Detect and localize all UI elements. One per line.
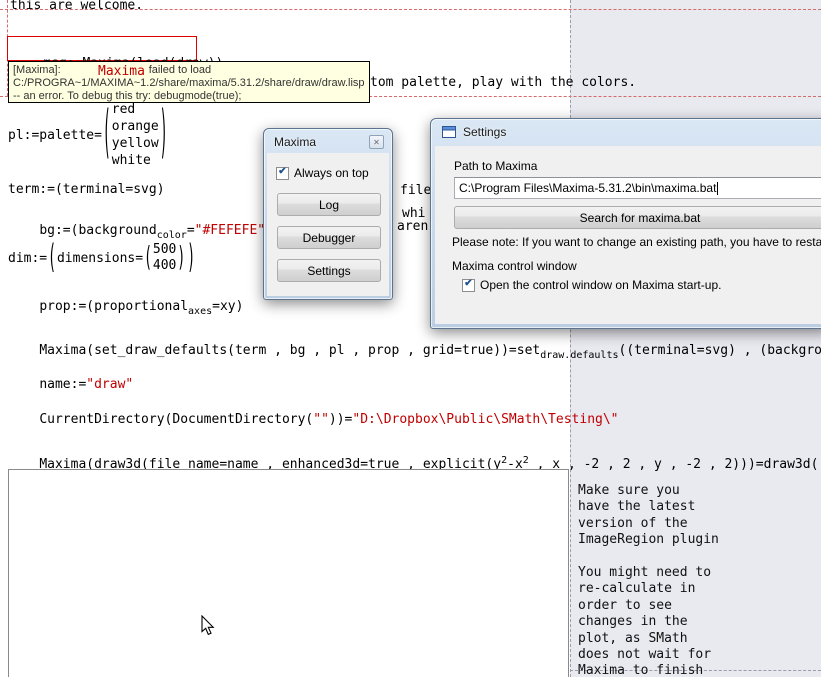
dim-pre: dim:= (8, 251, 47, 266)
setdraw-rhs: ((terminal=svg) , (backgroun (619, 343, 821, 358)
term-expression[interactable]: term:=(terminal=svg) (8, 182, 165, 197)
settings-window-client: Path to Maxima C:\Program Files\Maxima-5… (435, 146, 821, 324)
bg-pre: bg:=(background (39, 223, 156, 238)
checkbox-label: Always on top (294, 166, 369, 180)
pl-expression[interactable]: pl:=palette= ( red orange yellow white ) (8, 100, 169, 170)
open-paren: ( (47, 239, 57, 277)
notes-text[interactable]: Make sure you have the latest version of… (578, 483, 719, 677)
dim-expression[interactable]: dim:= ( dimensions= ( 500 400 ) ) (8, 240, 196, 276)
text-caret (717, 182, 718, 195)
debugger-button[interactable]: Debugger (277, 226, 381, 249)
setdraw-sub: draw.defaults (540, 350, 618, 361)
search-maxima-button[interactable]: Search for maxima.bat (454, 206, 821, 229)
check-icon: ✔ (278, 167, 286, 177)
checkbox-box[interactable]: ✔ (276, 167, 289, 180)
open-paren: ( (102, 102, 112, 168)
page-top-text[interactable]: this are welcome. (10, 0, 143, 13)
log-button[interactable]: Log (277, 193, 381, 216)
draw3d-p3: , x , -2 , 2 , y , -2 , 2)))=draw3d((fil… (529, 457, 821, 472)
directory-expression[interactable]: CurrentDirectory(DocumentDirectory(""))=… (8, 397, 619, 442)
check-icon: ✔ (464, 279, 472, 289)
draw3d-sup1: 2 (501, 455, 507, 466)
pl-items: red orange yellow white (112, 101, 159, 169)
dim-values: 500 400 (153, 242, 176, 274)
palette-note-text[interactable]: tom palette, play with the colors. (370, 75, 636, 90)
control-window-section-label: Maxima control window (452, 259, 577, 273)
path-label: Path to Maxima (454, 159, 537, 173)
close-paren: ) (186, 239, 196, 277)
setdraw-lhs: Maxima(set_draw_defaults(term , bg , pl … (39, 343, 540, 358)
plot-region[interactable] (8, 469, 569, 677)
open-control-window-checkbox[interactable]: ✔ Open the control window on Maxima star… (462, 278, 721, 292)
open-paren: ( (143, 242, 153, 274)
path-value: C:\Program Files\Maxima-5.31.2\bin\maxim… (459, 181, 716, 195)
tooltip-line-1: [Maxima]:failed to load (13, 64, 365, 77)
prop-expression[interactable]: prop:=(proportionalaxes=xy) (8, 284, 243, 329)
pl-lhs: pl:=palette= (8, 128, 102, 143)
settings-button[interactable]: Settings (277, 259, 381, 282)
maxima-window-client: ✔ Always on top Log Debugger Settings (267, 153, 389, 296)
checkbox-label: Open the control window on Maxima start-… (480, 278, 721, 292)
always-on-top-checkbox[interactable]: ✔ Always on top (276, 166, 369, 180)
settings-window-title: Settings (463, 125, 506, 139)
maxima-window-title: Maxima (274, 135, 316, 149)
close-paren: ) (159, 102, 169, 168)
tooltip-line-2: C:/PROGRA~1/MAXIMA~1.2/share/maxima/5.31… (13, 77, 365, 90)
maxima-path-input[interactable]: C:\Program Files\Maxima-5.31.2\bin\maxim… (454, 177, 821, 199)
bg-eq: = (187, 223, 195, 238)
tooltip-line-3: -- an error. To debug this try: debugmod… (13, 90, 365, 103)
bg-string: "#FEFEFE" (195, 223, 265, 238)
maxima-window: Maxima ✕ ✔ Always on top Log Debugger Se… (263, 128, 393, 300)
prop-sub: axes (188, 306, 212, 317)
mouse-cursor (201, 615, 215, 640)
prop-pre: prop:=(proportional (39, 299, 188, 314)
dir-string: "D:\Dropbox\Public\SMath\Testing\" (352, 412, 618, 427)
text-fragment-aren: aren (397, 219, 428, 234)
text-fragment-file: file (400, 183, 431, 198)
settings-window-icon (441, 124, 457, 140)
close-icon: ✕ (373, 138, 380, 147)
close-button[interactable]: ✕ (369, 135, 384, 149)
dim-base: dimensions= (57, 251, 143, 266)
dir-mid: ))= (329, 412, 352, 427)
draw3d-sup2: 2 (523, 455, 529, 466)
worksheet-canvas[interactable]: this are welcome. msg:=Maxima(load(draw)… (0, 0, 821, 677)
dir-pre: CurrentDirectory(DocumentDirectory( (39, 412, 313, 427)
prop-post: =xy) (212, 299, 243, 314)
name-lhs: name:= (39, 377, 86, 392)
restart-note: Please note: If you want to change an ex… (452, 235, 821, 249)
checkbox-box[interactable]: ✔ (462, 279, 475, 292)
settings-window: Settings Path to Maxima C:\Program Files… (430, 118, 821, 329)
settings-window-titlebar[interactable]: Settings (431, 119, 821, 145)
close-paren: ) (176, 242, 186, 274)
stale-redraw-text: Maxima (98, 64, 145, 79)
name-string: "draw" (86, 377, 133, 392)
error-tooltip: [Maxima]:failed to load C:/PROGRA~1/MAXI… (8, 61, 370, 103)
dir-empty-string: "" (313, 412, 329, 427)
